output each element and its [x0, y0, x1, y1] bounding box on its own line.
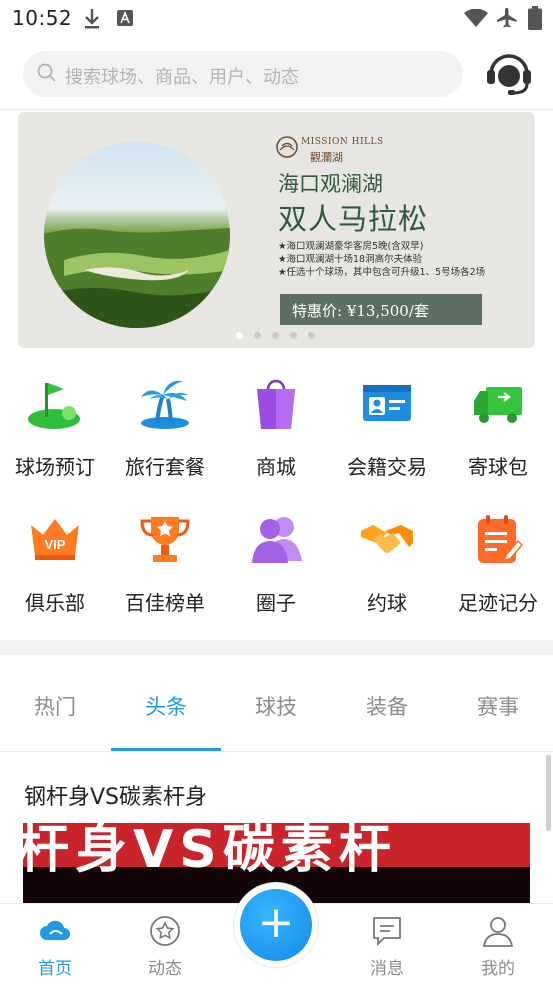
banner-bullets: ★海口观澜湖豪华客房5晚(含双早) ★海口观澜湖十场18洞高尔夫体验 ★任选十个…	[278, 240, 485, 279]
group-icon	[248, 511, 304, 567]
palm-island-icon	[137, 375, 193, 431]
svg-text:VIP: VIP	[45, 537, 66, 552]
feature-course-booking[interactable]: 球场预订	[0, 375, 110, 485]
logo-english: MISSION HILLS	[301, 137, 384, 147]
feature-label: 商城	[256, 455, 296, 479]
tab-events[interactable]: 赛事	[443, 691, 553, 721]
banner-title-line1: 海口观澜湖	[278, 172, 383, 196]
search-bar[interactable]: 搜索球场、商品、用户、动态	[23, 51, 463, 97]
scorecard-icon	[470, 511, 526, 567]
status-bar: 10:52	[0, 0, 553, 38]
home-screen: 10:52 搜索球场、商品、用户、动态 MISSION HILLS 觀瀾湖 海口…	[0, 0, 553, 984]
feature-bag-shipping[interactable]: 寄球包	[443, 375, 553, 485]
search-header: 搜索球场、商品、用户、动态	[0, 38, 553, 110]
carousel-dot[interactable]	[290, 332, 297, 339]
download-icon	[84, 8, 100, 34]
section-divider	[0, 640, 553, 655]
carousel-dot[interactable]	[236, 332, 243, 339]
banner-bullet: ★任选十个球场，其中包含可升级1、5号场各2场	[278, 267, 486, 278]
plus-icon: +	[257, 897, 295, 948]
thumbnail-caption: 杆身VS碳素杆	[23, 823, 397, 880]
feature-label: 俱乐部	[25, 591, 85, 615]
search-placeholder: 搜索球场、商品、用户、动态	[65, 67, 299, 88]
delivery-truck-icon	[470, 375, 526, 431]
feature-circle[interactable]: 圈子	[221, 511, 331, 621]
feature-label: 会籍交易	[347, 455, 427, 479]
tab-skills[interactable]: 球技	[221, 691, 331, 721]
user-icon	[481, 914, 515, 948]
battery-icon	[528, 6, 542, 34]
nav-label: 动态	[148, 959, 182, 979]
feature-label: 球场预订	[15, 455, 95, 479]
nav-label: 首页	[38, 959, 72, 979]
banner-bullet: ★海口观澜湖豪华客房5晚(含双早)	[278, 241, 424, 252]
message-icon	[370, 914, 404, 948]
status-time: 10:52	[12, 6, 73, 30]
feature-label: 寄球包	[468, 455, 528, 479]
scrollbar[interactable]	[546, 755, 551, 831]
shopping-bag-icon	[248, 375, 304, 431]
article-title[interactable]: 钢杆身VS碳素杆身	[24, 779, 207, 811]
banner-title-line2: 双人马拉松	[278, 202, 429, 236]
feature-meet-play[interactable]: 约球	[332, 511, 442, 621]
carousel-dot[interactable]	[254, 332, 261, 339]
handshake-icon	[359, 511, 415, 567]
vip-crown-icon: VIP	[27, 511, 83, 567]
carousel-dots	[236, 324, 326, 343]
mission-hills-logo	[276, 134, 298, 164]
feature-travel-package[interactable]: 旅行套餐	[110, 375, 220, 485]
banner-price: 特惠价: ¥13,500/套	[280, 294, 482, 325]
wifi-icon	[464, 8, 488, 31]
carousel-dot[interactable]	[308, 332, 315, 339]
font-icon	[117, 10, 133, 30]
feature-label: 约球	[367, 591, 407, 615]
news-tabs: 热门 头条 球技 装备 赛事	[0, 655, 553, 752]
tab-hot[interactable]: 热门	[0, 691, 110, 721]
cloud-home-icon	[38, 914, 72, 948]
banner-bullet: ★海口观澜湖十场18洞高尔夫体验	[278, 254, 423, 265]
tab-equipment[interactable]: 装备	[332, 691, 442, 721]
member-card-icon	[359, 375, 415, 431]
feature-top-ranking[interactable]: 百佳榜单	[110, 511, 220, 621]
nav-label: 消息	[370, 959, 404, 979]
star-circle-icon	[148, 914, 182, 948]
golf-flag-icon	[27, 375, 83, 431]
tab-headlines[interactable]: 头条	[111, 691, 221, 721]
feature-label: 百佳榜单	[125, 591, 205, 615]
golf-course-photo	[44, 142, 230, 328]
feature-membership-trading[interactable]: 会籍交易	[332, 375, 442, 485]
feature-label: 圈子	[256, 591, 296, 615]
nav-moments[interactable]: 动态	[110, 904, 220, 984]
active-tab-indicator	[111, 748, 221, 751]
nav-home[interactable]: 首页	[0, 904, 110, 984]
feature-scorecard[interactable]: 足迹记分	[443, 511, 553, 621]
trophy-icon	[137, 511, 193, 567]
feature-grid: 球场预订 旅行套餐 商城 会籍交易 寄球包 VIP 俱乐部 百佳榜单 圈子 约球…	[0, 375, 553, 625]
feature-label: 足迹记分	[458, 591, 538, 615]
add-post-button[interactable]: +	[240, 889, 312, 961]
feature-club[interactable]: VIP 俱乐部	[0, 511, 110, 621]
nav-profile[interactable]: 我的	[443, 904, 553, 984]
feature-label: 旅行套餐	[125, 455, 205, 479]
nav-messages[interactable]: 消息	[332, 904, 442, 984]
airplane-icon	[496, 7, 518, 33]
customer-service-icon[interactable]	[484, 48, 534, 98]
search-icon	[37, 63, 57, 87]
nav-label: 我的	[481, 959, 515, 979]
logo-chinese: 觀瀾湖	[310, 151, 343, 164]
carousel-dot[interactable]	[272, 332, 279, 339]
feature-mall[interactable]: 商城	[221, 375, 331, 485]
promo-banner[interactable]: MISSION HILLS 觀瀾湖 海口观澜湖 双人马拉松 ★海口观澜湖豪华客房…	[18, 112, 535, 348]
